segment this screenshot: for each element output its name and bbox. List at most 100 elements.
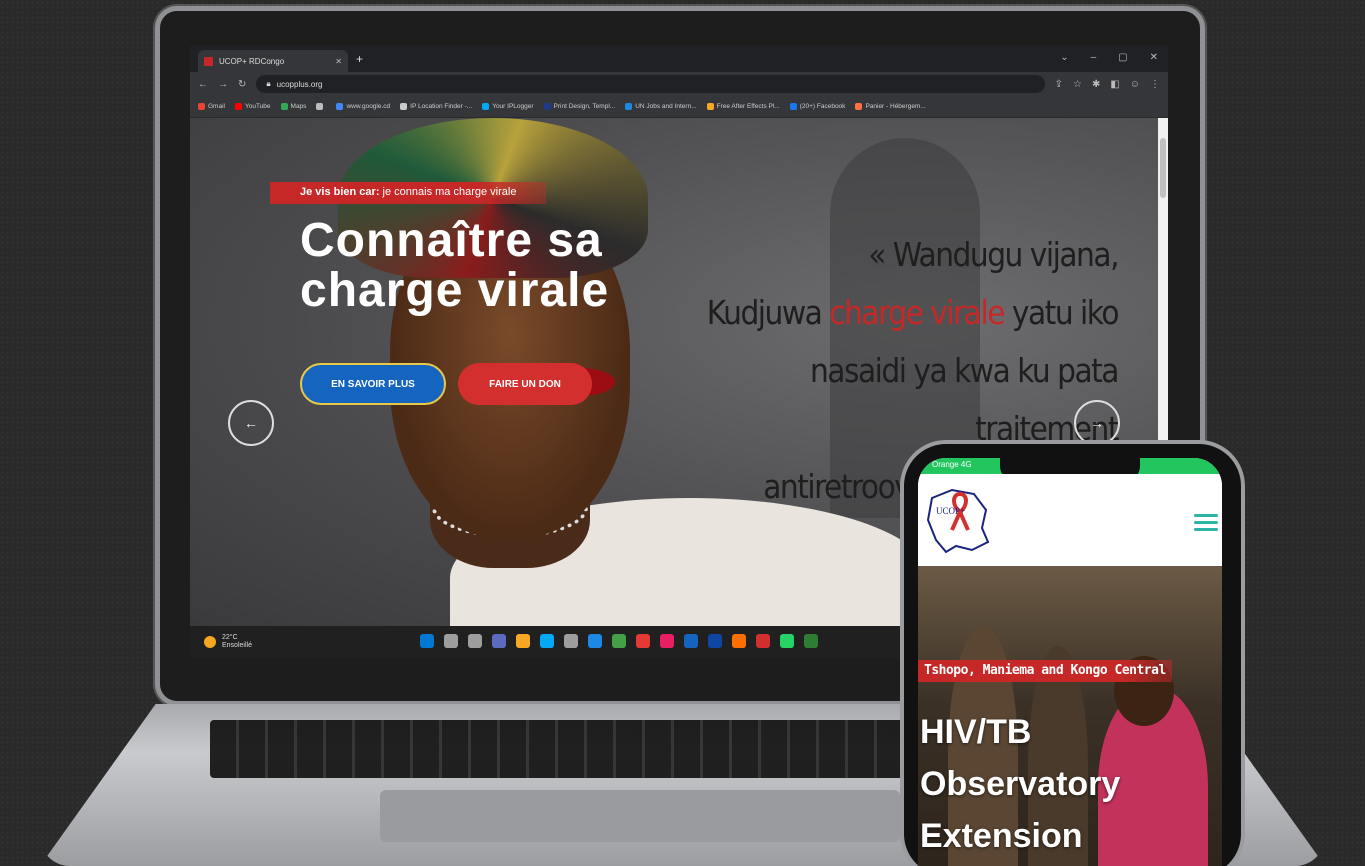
bookmark-favicon-icon [336,103,344,110]
bookmark-label: Panier - Hébergem... [865,103,926,110]
bookmark-favicon-icon [198,103,205,110]
bookmark-label: UN Jobs and Intern... [635,103,697,110]
bookmark-favicon-icon [482,103,490,110]
mobile-hero-title: HIV/TB Observatory Extension [920,706,1160,862]
taskbar-app-icon[interactable] [468,634,482,648]
browser-tab[interactable]: UCOP+ RDCongo ✕ [198,50,348,72]
quote-line2: Kudjuwa charge virale yatu iko [690,284,1120,342]
bookmark-favicon-icon [234,103,242,110]
bookmark-favicon-icon [543,103,551,110]
laptop-keyboard [210,720,930,778]
weather-temp: 22°C [222,634,238,641]
weather-widget[interactable]: 22°C Ensoleillé [204,634,252,650]
tab-search-icon[interactable]: ⌄ [1060,52,1068,63]
maximize-button[interactable]: ▢ [1118,52,1127,63]
taskbar-app-icon[interactable] [540,634,554,648]
hero-tagline-rest: je connais ma charge virale [379,186,517,198]
bookmark-item[interactable]: Print Design, Templ... [543,103,616,110]
profile-avatar[interactable]: ☺ [1130,79,1140,90]
back-arrow-icon[interactable]: ← [198,79,208,90]
bookmark-favicon-icon [855,103,863,110]
bookmark-item[interactable]: Panier - Hébergem... [855,103,926,110]
bookmark-label: Maps [290,103,307,110]
ucop-logo-icon[interactable] [922,480,994,556]
taskbar-app-icon[interactable] [708,634,722,648]
taskbar-app-icon[interactable] [684,634,698,648]
quote-line2-post: yatu iko [1004,293,1120,332]
bookmark-label: YouTube [244,103,271,110]
bookmarks-bar: Gmail YouTube Maps www.google.cd IP Location… [190,96,1168,118]
taskbar-app-icon[interactable] [780,634,794,648]
close-tab-icon[interactable]: ✕ [335,57,342,66]
taskbar-app-icon[interactable] [420,634,434,648]
bookmark-label: www.google.cd [346,103,391,110]
minimize-button[interactable]: – [1091,52,1097,63]
window-controls: ⌄ – ▢ ✕ [1060,52,1158,63]
scrollbar-thumb[interactable] [1160,138,1166,198]
taskbar-app-icon[interactable] [804,634,818,648]
bookmark-label: Print Design, Templ... [553,103,616,110]
mobile-hero-tagline: Tshopo, Maniema and Kongo Central [918,660,1172,682]
learn-more-button[interactable]: EN SAVOIR PLUS [300,363,446,405]
bookmark-favicon-icon [400,103,408,110]
bookmark-favicon-icon [280,103,288,110]
browser-toolbar: ← → ↻ 🔒︎ ucopplus.org ⇪ ☆ ✱ ◧ ☺ ⋮ [190,72,1168,96]
taskbar-app-icon[interactable] [612,634,626,648]
site-favicon-icon [204,56,213,66]
share-icon[interactable]: ⇪ [1055,79,1063,90]
slider-prev-arrow-icon[interactable]: ← [228,400,274,446]
quote-line2-pre: Kudjuwa [706,293,830,332]
bookmark-favicon-icon [316,103,324,110]
mobile-title-line1: HIV/TB [920,713,1032,751]
bookmark-favicon-icon [706,103,714,110]
bookmark-label: IP Location Finder -... [410,103,473,110]
extensions-icon[interactable]: ✱ [1092,79,1100,90]
hero-title: Connaître sa charge virale [300,216,700,316]
bookmark-item[interactable]: UN Jobs and Intern... [625,103,697,110]
taskbar-app-icon[interactable] [660,634,674,648]
hero-title-line2: charge virale [300,264,610,317]
star-bookmark-icon[interactable]: ☆ [1073,79,1082,90]
bookmark-item[interactable]: Your IPLogger [482,103,534,110]
sidepanel-icon[interactable]: ◧ [1110,79,1119,90]
taskbar-app-icon[interactable] [732,634,746,648]
address-bar[interactable]: 🔒︎ ucopplus.org [256,75,1045,93]
bookmark-item[interactable]: www.google.cd [336,103,390,110]
hero-tagline: Je vis bien car: je connais ma charge vi… [270,182,547,204]
bookmark-item[interactable]: (20+) Facebook [789,103,846,110]
bookmark-label: Gmail [208,103,225,110]
bookmark-label: (20+) Facebook [799,103,846,110]
weather-condition: Ensoleillé [222,642,252,649]
mobile-title-line3: Extension [920,817,1083,855]
taskbar-app-icon[interactable] [636,634,650,648]
menu-kebab-icon[interactable]: ⋮ [1150,79,1160,90]
bookmark-item[interactable]: IP Location Finder -... [400,103,472,110]
bookmark-item[interactable] [316,103,326,110]
bookmark-item[interactable]: Gmail [198,103,225,110]
taskbar-app-icon[interactable] [444,634,458,648]
taskbar-app-icon[interactable] [516,634,530,648]
hero-tagline-bold: Je vis bien car: [300,186,380,198]
taskbar-app-icon[interactable] [492,634,506,648]
lock-icon: 🔒︎ [266,79,271,88]
bookmark-item[interactable]: YouTube [234,103,271,110]
close-window-button[interactable]: ✕ [1150,52,1158,63]
taskbar-app-icon[interactable] [564,634,578,648]
forward-arrow-icon[interactable]: → [218,79,228,90]
hero-title-line1: Connaître sa [300,214,603,267]
donate-button[interactable]: FAIRE UN DON [458,363,592,405]
taskbar-app-icon[interactable] [756,634,770,648]
bookmark-favicon-icon [789,103,797,110]
new-tab-button[interactable]: + [356,52,363,66]
reload-icon[interactable]: ↻ [238,79,246,90]
tab-title: UCOP+ RDCongo [219,56,285,66]
taskbar-app-icons [420,634,818,648]
hamburger-menu-icon[interactable] [1194,510,1218,535]
browser-tab-bar: UCOP+ RDCongo ✕ + ⌄ – ▢ ✕ [190,46,1168,72]
taskbar-app-icon[interactable] [588,634,602,648]
phone-screen: Orange 4G UCOP+ Tshopo, Maniema and Kong… [918,458,1222,866]
quote-line2-highlight: charge virale [829,293,1005,332]
bookmark-item[interactable]: Maps [280,103,307,110]
bookmark-favicon-icon [625,103,633,110]
bookmark-item[interactable]: Free After Effects Pl... [706,103,780,110]
